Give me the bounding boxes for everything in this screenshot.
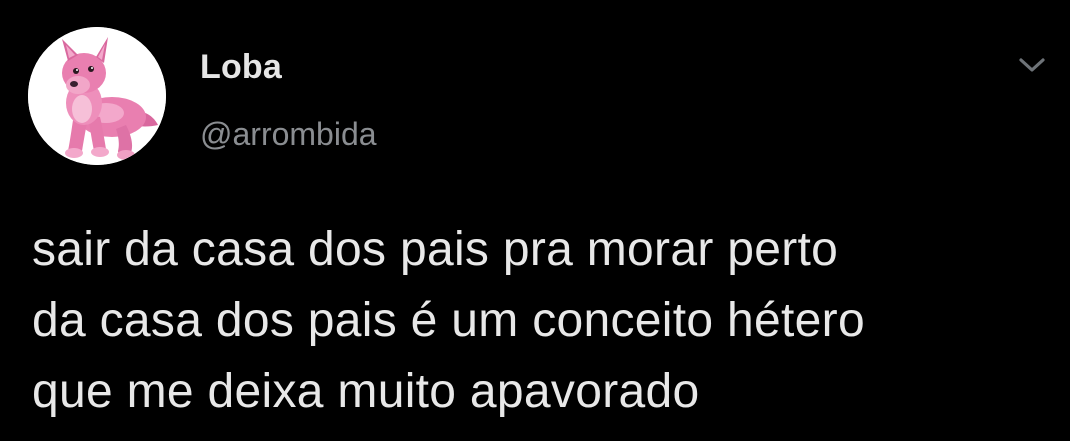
- chevron-down-icon[interactable]: [1014, 52, 1050, 78]
- author-display-name[interactable]: Loba: [200, 48, 282, 87]
- pink-wolf-plush-avatar-image: [28, 27, 166, 165]
- tweet-card: Loba @arrombida sair da casa dos pais pr…: [0, 0, 1070, 441]
- author-handle[interactable]: @arrombida: [200, 116, 377, 153]
- avatar[interactable]: [28, 27, 166, 165]
- tweet-text: sair da casa dos pais pra morar perto da…: [32, 223, 865, 418]
